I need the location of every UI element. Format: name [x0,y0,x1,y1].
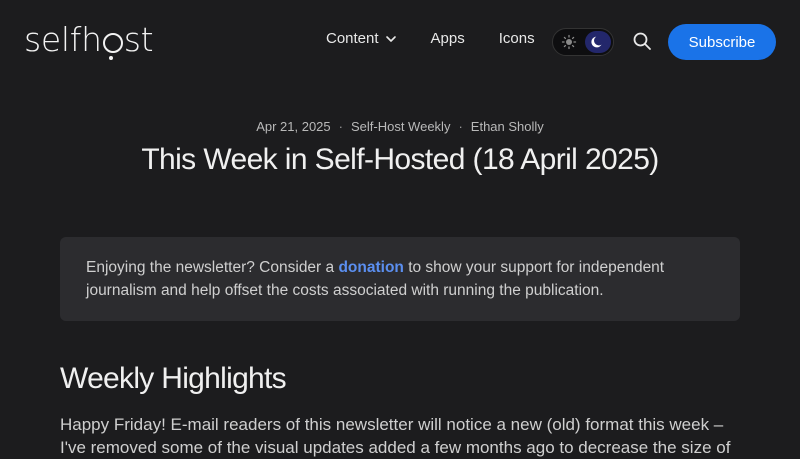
sun-icon [561,34,577,50]
toggle-knob [585,31,611,53]
post-author-link[interactable]: Ethan Sholly [471,119,544,134]
donation-callout: Enjoying the newsletter? Consider a dona… [60,237,740,321]
nav-item-apps-label: Apps [430,30,465,47]
nav-item-content[interactable]: Content [326,30,397,47]
donation-link[interactable]: donation [338,259,403,276]
post-title: This Week in Self-Hosted (18 April 2025) [141,143,659,176]
nav-item-content-label: Content [326,30,379,47]
site-header: selfh st Content Apps Icons Subscribe [0,0,800,84]
meta-separator: · [338,119,343,134]
moon-icon [591,36,602,48]
logo-text-left: selfh [24,20,102,59]
post-category-link[interactable]: Self-Host Weekly [351,119,450,134]
meta-separator: · [458,119,463,134]
main-nav: Content Apps Icons [326,30,535,47]
section-paragraph: Happy Friday! E-mail readers of this new… [60,415,731,457]
section-heading: Weekly Highlights [60,362,287,395]
subscribe-button[interactable]: Subscribe [668,24,776,60]
post-date: Apr 21, 2025 [256,119,331,134]
nav-item-icons-label: Icons [498,30,535,47]
theme-toggle[interactable] [552,28,614,56]
nav-item-apps[interactable]: Apps [431,30,465,47]
search-icon[interactable] [632,31,652,51]
chevron-down-icon [385,33,397,45]
post-meta: Apr 21, 2025 · Self-Host Weekly · Ethan Shol… [0,119,800,134]
callout-text-prefix: Enjoying the newsletter? Consider a [86,259,339,276]
logo-text-right: st [123,20,154,59]
site-logo[interactable]: selfh st [24,20,154,60]
logo-o-icon [102,32,123,60]
nav-item-icons[interactable]: Icons [499,30,535,47]
